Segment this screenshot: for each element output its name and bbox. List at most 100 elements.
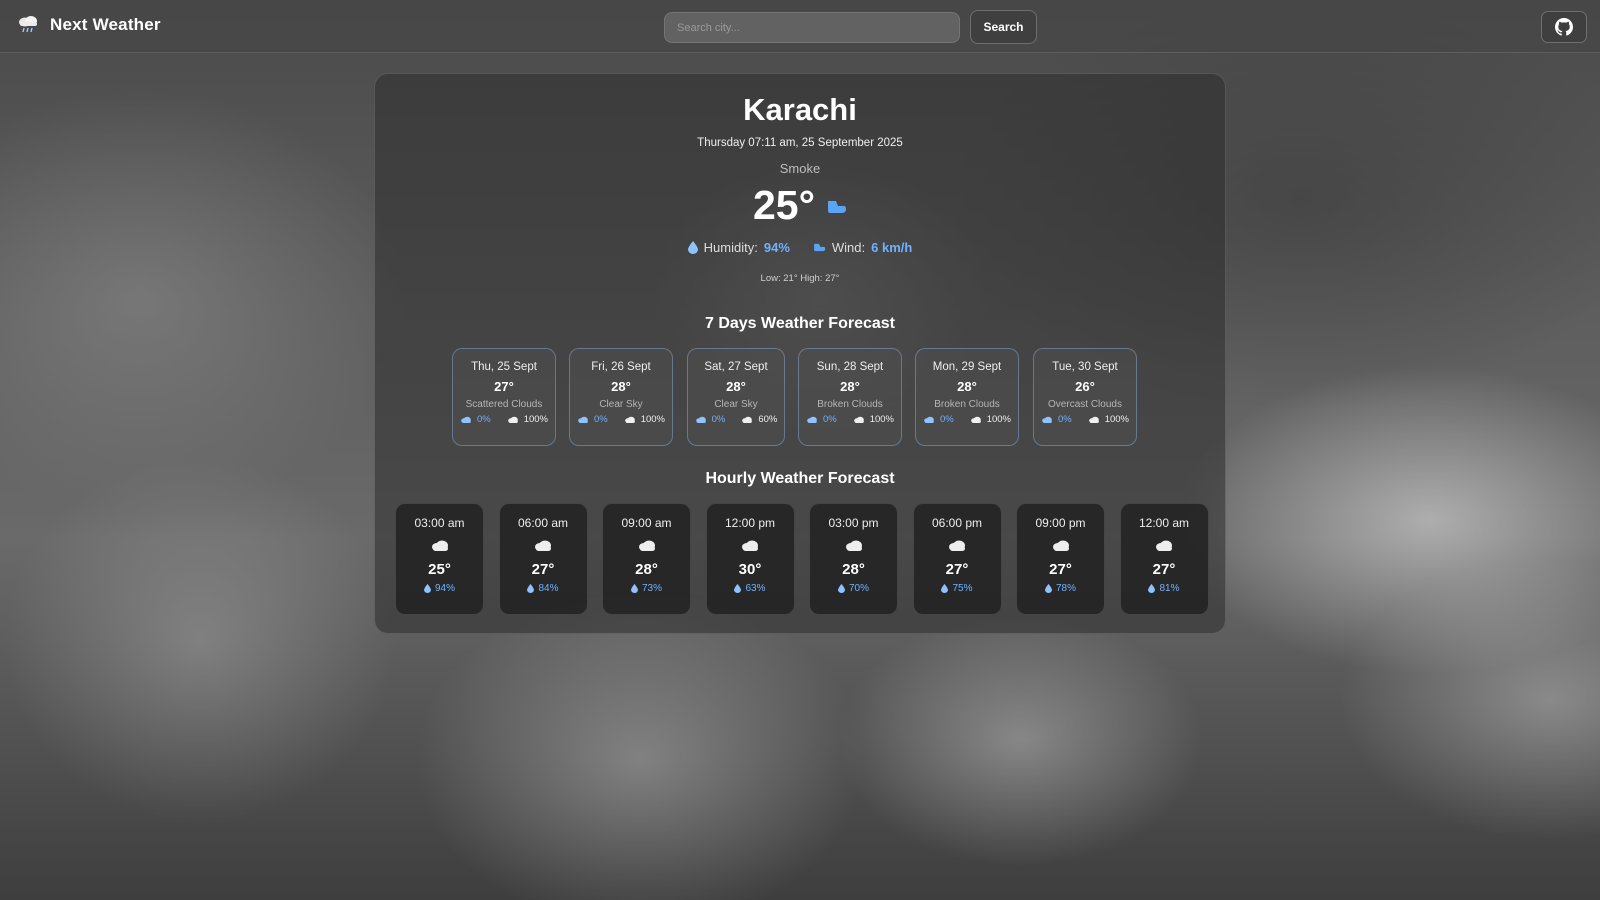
wind-stat: Wind: 6 km/h — [812, 240, 912, 255]
forecast-details: 0% 100% — [799, 414, 901, 425]
wind-value: 6 km/h — [871, 240, 913, 255]
forecast-date: Sun, 28 Sept — [816, 361, 884, 373]
forecast-temp: 28° — [611, 379, 631, 394]
cloud-cover-value: 100% — [1104, 414, 1130, 425]
cloud-icon — [431, 540, 448, 551]
hour-time: 09:00 am — [621, 516, 672, 530]
cloud-cover-value: 100% — [640, 414, 666, 425]
wind-icon — [828, 200, 846, 213]
humidity-stat: Humidity: 94% — [687, 240, 790, 255]
hour-humidity-value: 70% — [848, 583, 869, 594]
daily-forecast-list: Thu, 25 Sept 27° Scattered Clouds 0% 100% Fri… — [452, 348, 1152, 446]
cloud-cover-value: 100% — [986, 414, 1012, 425]
droplet-icon — [687, 241, 698, 254]
precipitation-value: 0% — [939, 414, 954, 425]
github-button[interactable] — [1541, 11, 1587, 43]
cloud-icon — [1042, 416, 1052, 423]
humidity-label: Humidity: — [703, 240, 758, 255]
cloud-icon — [1156, 540, 1172, 551]
daily-forecast-card: Sun, 28 Sept 28° Broken Clouds 0% 100% — [798, 348, 902, 446]
cloud-icon — [853, 416, 864, 423]
hour-humidity-value: 75% — [952, 583, 973, 594]
hour-time: 12:00 pm — [724, 516, 776, 530]
low-high: Low: 21° High: 27° — [760, 273, 840, 284]
forecast-details: 0% 100% — [916, 414, 1018, 425]
hour-time: 03:00 pm — [828, 516, 879, 530]
current-datetime: Thursday 07:11 am, 25 September 2025 — [697, 137, 903, 149]
cloud-cover-value: 60% — [758, 414, 778, 425]
forecast-date: Tue, 30 Sept — [1052, 361, 1118, 373]
hour-humidity: 94% — [396, 583, 483, 594]
wind-label: Wind: — [831, 240, 866, 255]
cloud-cover-value: 100% — [523, 414, 549, 425]
search-button[interactable]: Search — [970, 10, 1037, 44]
hour-temp: 27° — [945, 561, 969, 578]
droplet-icon — [527, 584, 535, 593]
forecast-date: Fri, 26 Sept — [591, 361, 651, 373]
hour-time: 06:00 pm — [931, 516, 983, 530]
hour-temp: 25° — [428, 561, 451, 578]
hour-humidity-value: 94% — [434, 583, 455, 594]
forecast-description: Clear Sky — [599, 399, 643, 410]
droplet-icon — [941, 584, 949, 593]
cloud-icon — [1052, 540, 1069, 551]
hour-humidity-value: 81% — [1159, 583, 1180, 594]
forecast-date: Sat, 27 Sept — [704, 361, 768, 373]
daily-forecast-card: Thu, 25 Sept 27° Scattered Clouds 0% 100% — [452, 348, 556, 446]
daily-forecast-card: Tue, 30 Sept 26° Overcast Clouds 0% 100% — [1033, 348, 1137, 446]
cloud-icon — [845, 540, 862, 551]
forecast-date: Thu, 25 Sept — [471, 361, 537, 373]
app-title: Next Weather — [50, 15, 161, 34]
droplet-icon — [838, 584, 845, 593]
forecast-temp: 28° — [840, 379, 860, 394]
hour-humidity: 84% — [500, 583, 587, 594]
hour-humidity: 70% — [810, 583, 897, 594]
cloud-icon — [695, 416, 706, 423]
hour-time: 03:00 am — [414, 516, 465, 530]
hour-humidity: 75% — [914, 583, 1001, 594]
hourly-forecast-card: 12:00 pm 30° 63% — [705, 503, 795, 615]
forecast-description: Scattered Clouds — [465, 399, 543, 410]
hour-humidity: 73% — [603, 583, 690, 594]
humidity-value: 94% — [763, 240, 790, 255]
cloud-icon — [949, 540, 965, 551]
forecast-description: Clear Sky — [714, 399, 758, 410]
hour-humidity: 81% — [1121, 583, 1208, 594]
precipitation-value: 0% — [1057, 414, 1072, 425]
current-temperature: 25° — [752, 182, 815, 228]
hour-humidity-value: 84% — [538, 583, 559, 594]
cloud-icon — [742, 416, 753, 423]
forecast-details: 0% 100% — [453, 414, 555, 425]
cloud-cover-value: 100% — [869, 414, 895, 425]
forecast-temp: 26° — [1075, 379, 1095, 394]
cloud-icon — [807, 416, 817, 423]
forecast-temp: 28° — [726, 379, 746, 394]
hour-humidity: 63% — [707, 583, 794, 594]
hourly-forecast-card: 09:00 am 28° 73% — [602, 503, 691, 615]
search-input[interactable] — [664, 12, 960, 43]
cloud-icon — [742, 540, 758, 551]
hourly-forecast-title: Hourly Weather Forecast — [705, 470, 895, 487]
hourly-forecast-card: 09:00 pm 27° 78% — [1016, 503, 1105, 615]
forecast-details: 0% 60% — [688, 414, 784, 425]
daily-forecast-title: 7 Days Weather Forecast — [704, 315, 895, 332]
cloud-icon — [461, 416, 471, 423]
brand[interactable]: Next Weather — [16, 14, 161, 36]
cloud-icon — [970, 416, 981, 423]
hour-temp: 27° — [1049, 561, 1072, 578]
cloud-icon — [507, 416, 518, 423]
github-icon — [1555, 18, 1573, 36]
hourly-forecast-card: 06:00 pm 27° 75% — [912, 503, 1002, 615]
city-name: Karachi — [743, 92, 857, 127]
hourly-forecast-card: 12:00 am 27° 81% — [1119, 503, 1209, 615]
precipitation-value: 0% — [476, 414, 491, 425]
droplet-icon — [424, 584, 431, 593]
forecast-description: Broken Clouds — [934, 399, 1000, 410]
droplet-icon — [1148, 584, 1156, 593]
cloud-icon — [578, 416, 588, 423]
cloud-icon — [1088, 416, 1099, 423]
hour-temp: 27° — [531, 561, 555, 578]
hour-time: 06:00 am — [517, 516, 569, 530]
hour-humidity-value: 78% — [1055, 583, 1076, 594]
daily-forecast-card: Fri, 26 Sept 28° Clear Sky 0% 100% — [569, 348, 673, 446]
